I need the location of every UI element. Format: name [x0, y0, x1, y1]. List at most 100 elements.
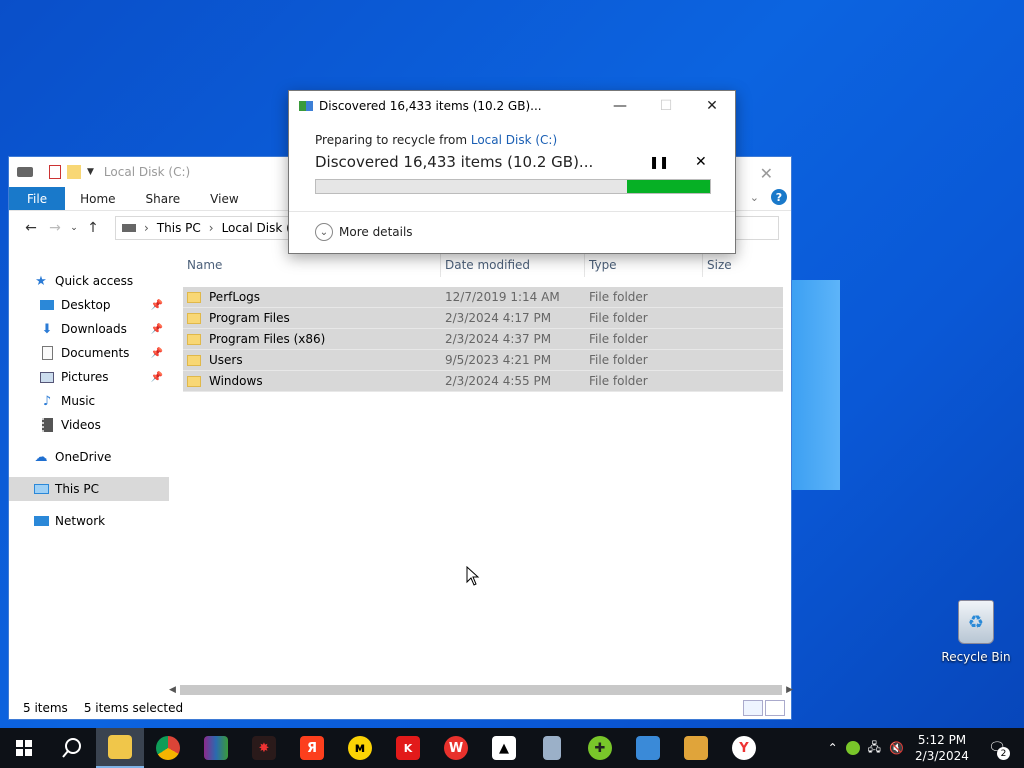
column-date-modified[interactable]: Date modified [441, 253, 585, 277]
tab-file[interactable]: File [9, 187, 66, 210]
clock[interactable]: 5:12 PM 2/3/2024 [912, 732, 972, 764]
app-icon: м [348, 736, 372, 760]
close-icon[interactable]: ✕ [760, 164, 773, 183]
action-center-button[interactable]: 🗨 2 [980, 736, 1014, 760]
tab-share[interactable]: Share [131, 187, 196, 210]
taskbar-file-explorer[interactable] [96, 728, 144, 768]
table-row[interactable]: PerfLogs 12/7/2019 1:14 AM File folder [183, 287, 783, 308]
winrar-icon [204, 736, 228, 760]
taskbar-photos[interactable]: ▲ [480, 728, 528, 768]
column-size[interactable]: Size [703, 253, 779, 277]
sidebar-item-onedrive[interactable]: ☁ OneDrive [9, 445, 169, 469]
recycle-bin-desktop-icon[interactable]: ♻ Recycle Bin [938, 600, 1014, 664]
taskbar-contacts[interactable] [624, 728, 672, 768]
kaspersky-icon: K [396, 736, 420, 760]
sidebar-item-downloads[interactable]: ⬇ Downloads 📌 [9, 317, 169, 341]
clock-time: 5:12 PM [917, 733, 967, 747]
taskbar-antivirus[interactable]: ✸ [240, 728, 288, 768]
scroll-right-icon[interactable]: ▶ [786, 685, 793, 695]
preparing-text: Preparing to recycle from [315, 133, 468, 147]
file-type: File folder [589, 290, 648, 304]
taskbar-archive[interactable] [672, 728, 720, 768]
volume-muted-icon[interactable]: 🔇 [889, 741, 904, 755]
start-button[interactable] [0, 728, 48, 768]
column-name[interactable]: Name [183, 253, 441, 277]
taskbar-winrar[interactable] [192, 728, 240, 768]
taskbar-wps[interactable]: W [432, 728, 480, 768]
more-details-button[interactable]: ⌄ More details [315, 223, 413, 241]
taskbar-yandex[interactable]: Я [288, 728, 336, 768]
sidebar-item-pictures[interactable]: Pictures 📌 [9, 365, 169, 389]
chevron-right-icon[interactable]: › [209, 221, 214, 235]
sidebar-item-desktop[interactable]: Desktop 📌 [9, 293, 169, 317]
table-row[interactable]: Program Files 2/3/2024 4:17 PM File fold… [183, 308, 783, 329]
taskbar-app-yellow[interactable]: м [336, 728, 384, 768]
tab-view[interactable]: View [195, 187, 253, 210]
scroll-left-icon[interactable]: ◀ [169, 685, 176, 695]
network-icon[interactable]: 🖧 [868, 738, 881, 759]
chevron-down-icon[interactable]: ▼ [87, 167, 94, 177]
details-view-icon[interactable] [743, 700, 763, 716]
sidebar-item-documents[interactable]: Documents 📌 [9, 341, 169, 365]
back-arrow-icon[interactable]: ← [19, 220, 43, 236]
close-icon[interactable]: ✕ [689, 91, 735, 121]
picture-icon [39, 369, 55, 385]
recent-locations-icon[interactable]: ⌄ [67, 223, 81, 233]
pin-icon[interactable]: 📌 [151, 300, 163, 311]
forward-arrow-icon[interactable]: → [43, 220, 67, 236]
maximize-icon[interactable]: ☐ [643, 91, 689, 121]
ribbon-right-controls: ⌄ ? [750, 189, 787, 205]
sidebar-item-network[interactable]: Network [9, 509, 169, 533]
table-row[interactable]: Program Files (x86) 2/3/2024 4:37 PM Fil… [183, 329, 783, 350]
file-type: File folder [589, 353, 648, 367]
sidebar-item-this-pc[interactable]: This PC [9, 477, 169, 501]
pin-icon[interactable]: 📌 [151, 324, 163, 335]
cancel-icon[interactable]: ✕ [695, 154, 707, 170]
system-tray: ⌃ 🖧 🔇 5:12 PM 2/3/2024 🗨 2 [828, 728, 1024, 768]
selection-count: 5 items selected [83, 701, 184, 715]
search-button[interactable] [48, 728, 96, 768]
taskbar-kaspersky[interactable]: K [384, 728, 432, 768]
tab-home[interactable]: Home [65, 187, 130, 210]
table-row[interactable]: Users 9/5/2023 4:21 PM File folder [183, 350, 783, 371]
pin-icon[interactable]: 📌 [151, 348, 163, 359]
recycle-progress-dialog[interactable]: Discovered 16,433 items (10.2 GB)... — ☐… [288, 90, 736, 254]
desktop-icon [39, 297, 55, 313]
column-type[interactable]: Type [585, 253, 703, 277]
chevron-up-icon[interactable]: ⌃ [828, 741, 838, 755]
chevron-right-icon[interactable]: › [144, 221, 149, 235]
dialog-titlebar[interactable]: Discovered 16,433 items (10.2 GB)... — ☐… [289, 91, 735, 121]
horizontal-scrollbar[interactable]: ◀ ▶ [169, 683, 793, 697]
quick-access-toolbar: ▼ [17, 165, 94, 179]
tray-app-icon[interactable] [845, 741, 860, 755]
pin-icon[interactable]: 📌 [151, 372, 163, 383]
taskbar-app-green[interactable]: ✚ [576, 728, 624, 768]
operation-description: Preparing to recycle from Local Disk (C:… [315, 133, 709, 147]
properties-icon[interactable] [49, 165, 61, 179]
minimize-icon[interactable]: — [597, 91, 643, 121]
expand-ribbon-icon[interactable]: ⌄ [750, 191, 759, 204]
window-title: Local Disk (C:) [103, 165, 191, 179]
scrollbar-thumb[interactable] [179, 685, 783, 695]
table-row[interactable]: Windows 2/3/2024 4:55 PM File folder [183, 371, 783, 392]
file-name: Windows [209, 374, 263, 388]
sidebar-item-label: Quick access [55, 274, 134, 288]
new-folder-icon[interactable] [67, 165, 81, 179]
help-icon[interactable]: ? [771, 189, 787, 205]
sidebar-item-label: Pictures [61, 370, 109, 384]
source-location-link[interactable]: Local Disk (C:) [471, 133, 557, 147]
folder-icon [187, 355, 201, 366]
sidebar-item-videos[interactable]: Videos [9, 413, 169, 437]
view-toggle [743, 700, 785, 716]
breadcrumb-this-pc[interactable]: This PC [157, 221, 201, 235]
sidebar-item-quick-access[interactable]: ★ Quick access [9, 269, 169, 293]
up-arrow-icon[interactable]: ↑ [81, 220, 105, 236]
progress-fill [627, 180, 710, 193]
taskbar-document[interactable] [528, 728, 576, 768]
pause-icon[interactable]: ❚❚ [649, 155, 669, 169]
sidebar-item-music[interactable]: ♪ Music [9, 389, 169, 413]
taskbar-yandex-browser[interactable]: Y [720, 728, 768, 768]
taskbar-chrome[interactable] [144, 728, 192, 768]
folder-icon [187, 376, 201, 387]
large-icons-view-icon[interactable] [765, 700, 785, 716]
